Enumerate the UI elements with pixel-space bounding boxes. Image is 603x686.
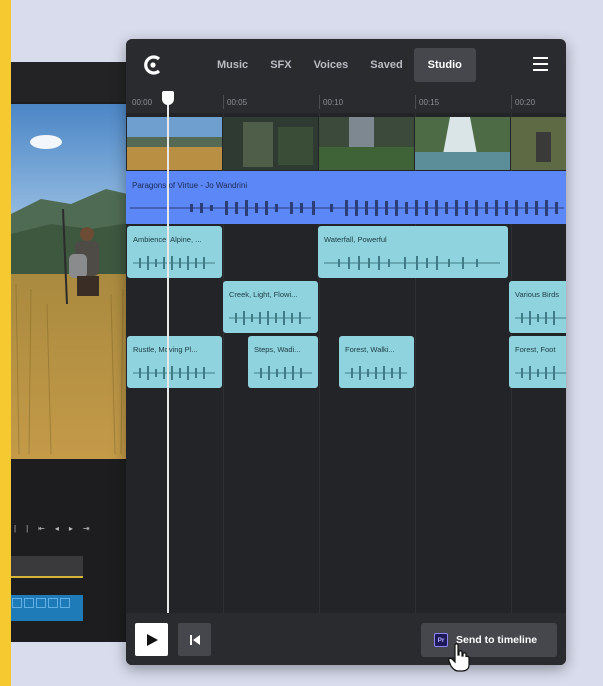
- ruler-tick-label: 00:00: [132, 98, 153, 107]
- accent-bar: [0, 0, 11, 686]
- music-track[interactable]: Paragons of Virtue - Jo Wandrini: [126, 171, 566, 224]
- waveform-icon: [345, 366, 407, 380]
- sfx-clip[interactable]: Ambience, Alpine, ...: [127, 226, 222, 278]
- hand-cursor-icon: [448, 643, 470, 672]
- sfx-clip[interactable]: Forest, Walki...: [339, 336, 414, 388]
- timeline-ruler[interactable]: 00:00 00:05 00:10 00:15 00:20: [126, 91, 566, 113]
- clip-label: Waterfall, Powerful: [324, 235, 387, 244]
- music-track-title: Paragons of Virtue - Jo Wandrini: [132, 181, 248, 190]
- playhead-handle[interactable]: [162, 91, 174, 105]
- waveform-icon: [133, 256, 215, 270]
- ruler-tick-label: 00:05: [227, 98, 248, 107]
- hamburger-menu-icon[interactable]: [533, 57, 548, 75]
- clip-label: Various Birds: [515, 290, 560, 299]
- sfx-clip[interactable]: Creek, Light, Flowi...: [223, 281, 318, 333]
- video-preview: [11, 104, 136, 459]
- playhead-line: [167, 91, 169, 613]
- send-to-timeline-button[interactable]: Pr Send to timeline: [421, 623, 557, 657]
- sfx-clip[interactable]: Various Birds: [509, 281, 566, 333]
- ruler-tick-label: 00:15: [419, 98, 440, 107]
- waveform-icon: [254, 366, 312, 380]
- tab-music[interactable]: Music: [206, 48, 259, 82]
- editor-topbar: [11, 62, 136, 102]
- transport-controls: | | ⇤ ◂ ▸ ⇥: [14, 523, 90, 533]
- ruler-tick-label: 00:10: [323, 98, 344, 107]
- skip-to-start-button[interactable]: [178, 623, 211, 656]
- play-button[interactable]: [135, 623, 168, 656]
- waveform-icon: [515, 311, 566, 325]
- video-thumbnail: [415, 117, 510, 170]
- background-video-editor: | | ⇤ ◂ ▸ ⇥: [11, 62, 136, 642]
- ruler-tick: [319, 95, 320, 109]
- editor-audio-track: [11, 595, 83, 621]
- bottom-toolbar: Pr Send to timeline: [126, 613, 566, 665]
- audio-studio-panel: Music SFX Voices Saved Studio 00:00 00:0…: [126, 39, 566, 665]
- waveform-icon: [133, 366, 215, 380]
- waveform-icon: [130, 200, 564, 216]
- tab-sfx[interactable]: SFX: [259, 48, 302, 82]
- tab-studio[interactable]: Studio: [413, 48, 476, 82]
- waveform-icon: [324, 256, 500, 270]
- ruler-tick: [511, 95, 512, 109]
- brand-logo-icon[interactable]: [142, 54, 164, 76]
- ruler-tick: [223, 95, 224, 109]
- editor-video-track: [11, 556, 83, 578]
- waveform-icon: [515, 366, 566, 380]
- ruler-tick-label: 00:20: [515, 98, 536, 107]
- ruler-tick: [415, 95, 416, 109]
- clip-label: Creek, Light, Flowi...: [229, 290, 298, 299]
- skip-back-icon: [189, 634, 200, 645]
- premiere-pro-icon: Pr: [434, 633, 448, 647]
- clip-label: Forest, Foot: [515, 345, 556, 354]
- waveform-icon: [229, 311, 311, 325]
- play-icon: [146, 633, 158, 646]
- clip-label: Rustle, Moving Pl...: [133, 345, 198, 354]
- video-thumbnail: [511, 117, 566, 170]
- video-thumbnail: [319, 117, 414, 170]
- top-nav: Music SFX Voices Saved Studio: [126, 39, 566, 91]
- tab-voices[interactable]: Voices: [303, 48, 360, 82]
- sfx-clip[interactable]: Waterfall, Powerful: [318, 226, 508, 278]
- sfx-clip[interactable]: Forest, Foot: [509, 336, 566, 388]
- video-thumbnail: [223, 117, 318, 170]
- video-thumbnail: [127, 117, 222, 170]
- clip-label: Forest, Walki...: [345, 345, 395, 354]
- tab-bar: Music SFX Voices Saved Studio: [206, 48, 476, 82]
- sfx-clip[interactable]: Steps, Wadi...: [248, 336, 318, 388]
- clip-label: Steps, Wadi...: [254, 345, 301, 354]
- timeline-tracks: Paragons of Virtue - Jo Wandrini Ambienc…: [126, 113, 566, 613]
- tab-saved[interactable]: Saved: [359, 48, 413, 82]
- sfx-clip[interactable]: Rustle, Moving Pl...: [127, 336, 222, 388]
